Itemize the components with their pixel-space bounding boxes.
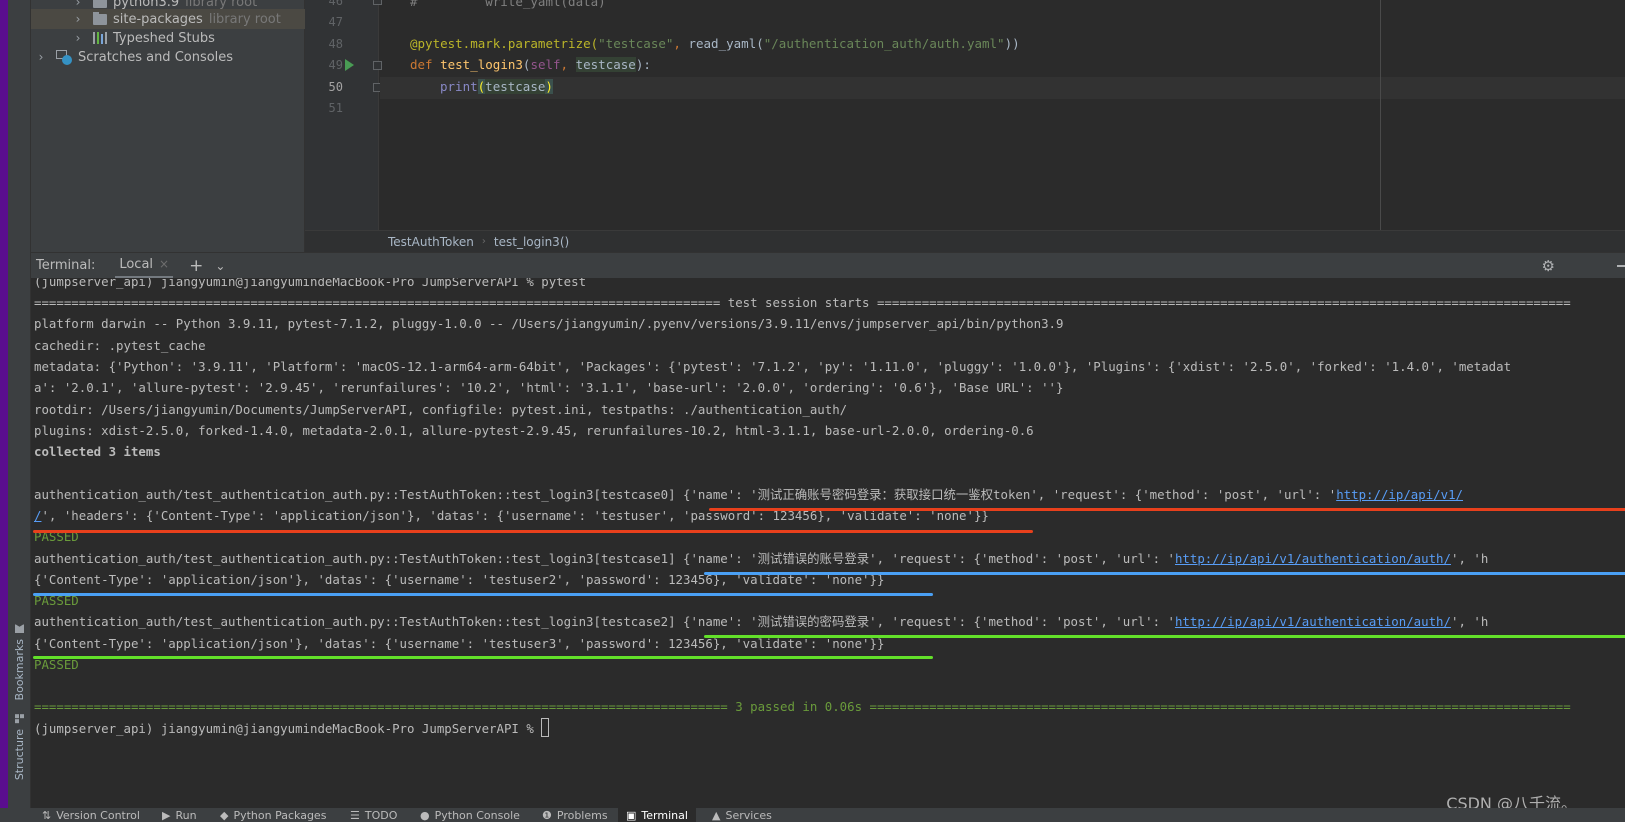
url-link[interactable]: http://ip/api/v1/authentication/auth/ [1175,551,1451,566]
run-icon: ▶ [162,809,171,822]
left-tool-strip: Bookmarks Structure [8,0,31,808]
annotation-underline-green [704,635,1625,638]
toolwindow-services[interactable]: ▲ Services [712,809,772,822]
chevron-right-icon[interactable]: › [71,0,85,9]
terminal-line-testcase1: authentication_auth/test_authentication_… [34,551,1489,566]
terminal-line-testcase0: authentication_auth/test_authentication_… [34,487,1464,502]
toolwindow-version-control[interactable]: ⇅ Version Control [42,809,140,822]
terminal-line: cachedir: .pytest_cache [34,338,206,353]
terminal-line: metadata: {'Python': '3.9.11', 'Platform… [34,359,1512,374]
structure-label: Structure [13,729,26,781]
line-number-current: 50 [328,80,343,94]
right-margin-guide [1380,0,1381,230]
code-line-49: def test_login3(self, testcase): [410,57,651,72]
tree-item-site-packages[interactable]: › site-packages library root [31,9,305,29]
terminal-title: Terminal: [36,258,96,273]
annotation-underline-green [33,656,933,659]
bookmarks-label: Bookmarks [13,639,26,701]
toolwindow-run[interactable]: ▶ Run [162,809,197,822]
terminal-output[interactable]: (jumpserver_api) jiangyumin@jiangyuminde… [31,278,1625,808]
toolwindow-python-packages[interactable]: ◆ Python Packages [220,809,326,822]
annotation-underline-red [33,530,1033,533]
line-number: 47 [328,15,343,29]
terminal-icon: ▣ [626,808,637,822]
desktop-edge [0,0,8,822]
code-editor[interactable]: 46 47 48 49 50 51 # write_yaml(data) @py… [305,0,1625,252]
folder-icon [93,0,107,8]
terminal-line: (jumpserver_api) jiangyumin@jiangyuminde… [34,278,587,289]
structure-icon [15,714,24,723]
bookmark-icon [15,624,24,633]
code-line-46: # write_yaml(data) [410,0,606,9]
terminal-line: collected 3 items [34,444,161,459]
terminal-line: plugins: xdist-2.5.0, forked-1.4.0, meta… [34,423,1034,438]
terminal-header: Terminal: Local × + ⌄ ⚙ [31,252,1625,279]
code-line-48: @pytest.mark.parametrize("testcase", rea… [410,36,1020,51]
gear-icon[interactable]: ⚙ [1542,257,1555,275]
toolwindow-terminal[interactable]: ▣ Terminal [618,808,696,822]
vcs-icon: ⇅ [42,809,52,822]
tree-item-scratches[interactable]: › Scratches and Consoles [31,47,305,67]
terminal-line: ========================================… [34,295,1571,310]
todo-icon: ☰ [350,809,360,822]
structure-tool-button[interactable]: Structure [8,710,31,784]
url-link[interactable]: http://ip/api/v1/ [1336,487,1463,502]
folder-icon [93,11,107,25]
line-number: 51 [328,101,343,115]
chevron-right-icon[interactable]: › [71,31,85,45]
text-cursor [541,718,550,737]
chevron-right-icon[interactable]: › [34,50,48,64]
scratches-icon [56,50,72,65]
code-line-50: print(testcase) [440,79,553,94]
terminal-prompt: (jumpserver_api) jiangyumin@jiangyuminde… [34,718,550,739]
close-icon[interactable]: × [159,257,169,271]
chevron-right-icon[interactable]: › [71,12,85,26]
add-tab-icon[interactable]: + [189,256,203,276]
terminal-line: platform darwin -- Python 3.9.11, pytest… [34,316,1064,331]
test-summary: ========================================… [34,699,1571,714]
bottom-toolbar: ⇅ Version Control ▶ Run ◆ Python Packages ☰… [0,808,1625,822]
tab-local[interactable]: Local × [115,253,174,279]
code-area[interactable]: # write_yaml(data) @pytest.mark.parametr… [380,0,1625,230]
line-number: 46 [328,0,343,8]
annotation-underline-blue [33,593,933,596]
problems-icon: ❶ [542,809,552,822]
tree-item-typeshed-stubs[interactable]: › Typeshed Stubs [31,28,305,48]
toolwindow-problems[interactable]: ❶ Problems [542,809,608,822]
minimize-icon[interactable] [1617,265,1625,267]
packages-icon: ◆ [220,809,229,822]
run-test-icon[interactable] [345,59,354,71]
line-number: 48 [328,37,343,51]
terminal-line: a': '2.0.1', 'allure-pytest': '2.9.45', … [34,380,1064,395]
tab-local-label: Local [119,256,154,272]
bookmarks-tool-button[interactable]: Bookmarks [8,620,31,704]
library-icon [93,32,107,44]
python-icon: ● [420,809,430,822]
breadcrumb: TestAuthToken › test_login3() [305,230,1625,252]
toolwindow-todo[interactable]: ☰ TODO [350,809,397,822]
line-number: 49 [328,58,343,72]
annotation-underline-blue [704,572,1625,575]
services-icon: ▲ [712,809,721,822]
chevron-down-icon[interactable]: ⌄ [215,259,225,273]
breadcrumb-separator-icon: › [481,236,486,247]
terminal-line: rootdir: /Users/jiangyumin/Documents/Jum… [34,402,848,417]
toolwindow-python-console[interactable]: ● Python Console [420,809,520,822]
project-tree-panel: › python3.9 library root › site-packages… [31,0,305,252]
breadcrumb-method[interactable]: test_login3() [494,235,569,249]
editor-gutter: 46 47 48 49 50 51 [305,0,382,230]
annotation-underline-red [709,508,1625,511]
breadcrumb-class[interactable]: TestAuthToken [388,235,474,249]
url-link[interactable]: http://ip/api/v1/authentication/auth/ [1175,614,1451,629]
current-line-highlight [380,77,1625,99]
terminal-line-testcase2: authentication_auth/test_authentication_… [34,614,1489,629]
